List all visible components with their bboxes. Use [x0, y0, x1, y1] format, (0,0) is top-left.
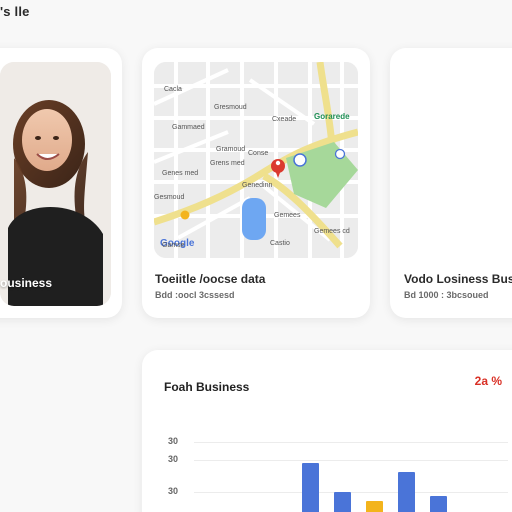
face-shape — [22, 109, 72, 171]
percentage-badge: 2a % — [474, 374, 502, 388]
map-label: Cacla — [164, 86, 182, 93]
chart-bar[interactable] — [366, 501, 383, 512]
profile-photo: ousiness — [0, 62, 111, 306]
map-label: Gammaed — [172, 124, 205, 131]
chart-bar[interactable] — [302, 463, 319, 512]
map-label: Gemees cd — [314, 228, 350, 235]
chart-bar[interactable] — [334, 492, 351, 512]
business-card-subtitle: Bd 1000 : 3bcsoued — [404, 290, 489, 300]
gridline — [194, 442, 508, 443]
map-label: Gramoud — [216, 146, 246, 153]
profile-caption: ousiness — [0, 276, 53, 290]
map-label: Gesmoud — [154, 194, 185, 201]
business-card-title: Vodo Losiness Busia — [404, 272, 512, 286]
map-label: Conse — [248, 150, 269, 157]
map-label: Cxeade — [272, 116, 297, 123]
business-chart-card[interactable]: Foah Business 2a % 30 30 30 — [142, 350, 512, 512]
map-label: Castio — [270, 240, 290, 247]
map-label: Gemees — [274, 212, 301, 219]
chart-title: Foah Business — [164, 380, 250, 394]
map-label: Gamse — [162, 242, 185, 249]
chart-bar[interactable] — [398, 472, 415, 512]
profile-card[interactable]: ousiness — [0, 48, 122, 318]
map-label: Genedinn — [242, 182, 273, 189]
map-label: Grens med — [210, 160, 245, 167]
map-view[interactable]: Google Cacla Gresmoud Gammaed Gramoud Gr… — [154, 62, 358, 258]
map-label: Gorarede — [314, 112, 350, 121]
y-axis-label: 30 — [168, 454, 179, 464]
chart-bar[interactable] — [430, 496, 447, 512]
map-card-subtitle: Bdd :oocl 3cssesd — [155, 290, 235, 300]
y-axis-label: 30 — [168, 436, 179, 446]
bar-chart — [302, 458, 492, 512]
map-card-title: Toeiitle /oocse data — [155, 272, 266, 286]
page-title: 's lle — [0, 4, 30, 19]
water-area — [242, 198, 266, 240]
map-label: Genes med — [162, 170, 199, 177]
map-card[interactable]: Google Cacla Gresmoud Gammaed Gramoud Gr… — [142, 48, 370, 318]
business-card[interactable]: Vodo Losiness Busia Bd 1000 : 3bcsoued — [390, 48, 512, 318]
dashboard-page: 's lle ousiness Google Cacla Gresmoud Ga… — [0, 0, 512, 512]
location-marker-icon[interactable] — [293, 153, 307, 167]
map-label: Gresmoud — [214, 104, 247, 111]
profile-photo-art — [0, 62, 111, 306]
y-axis-label: 30 — [168, 486, 179, 496]
shirt-shape — [8, 206, 103, 306]
